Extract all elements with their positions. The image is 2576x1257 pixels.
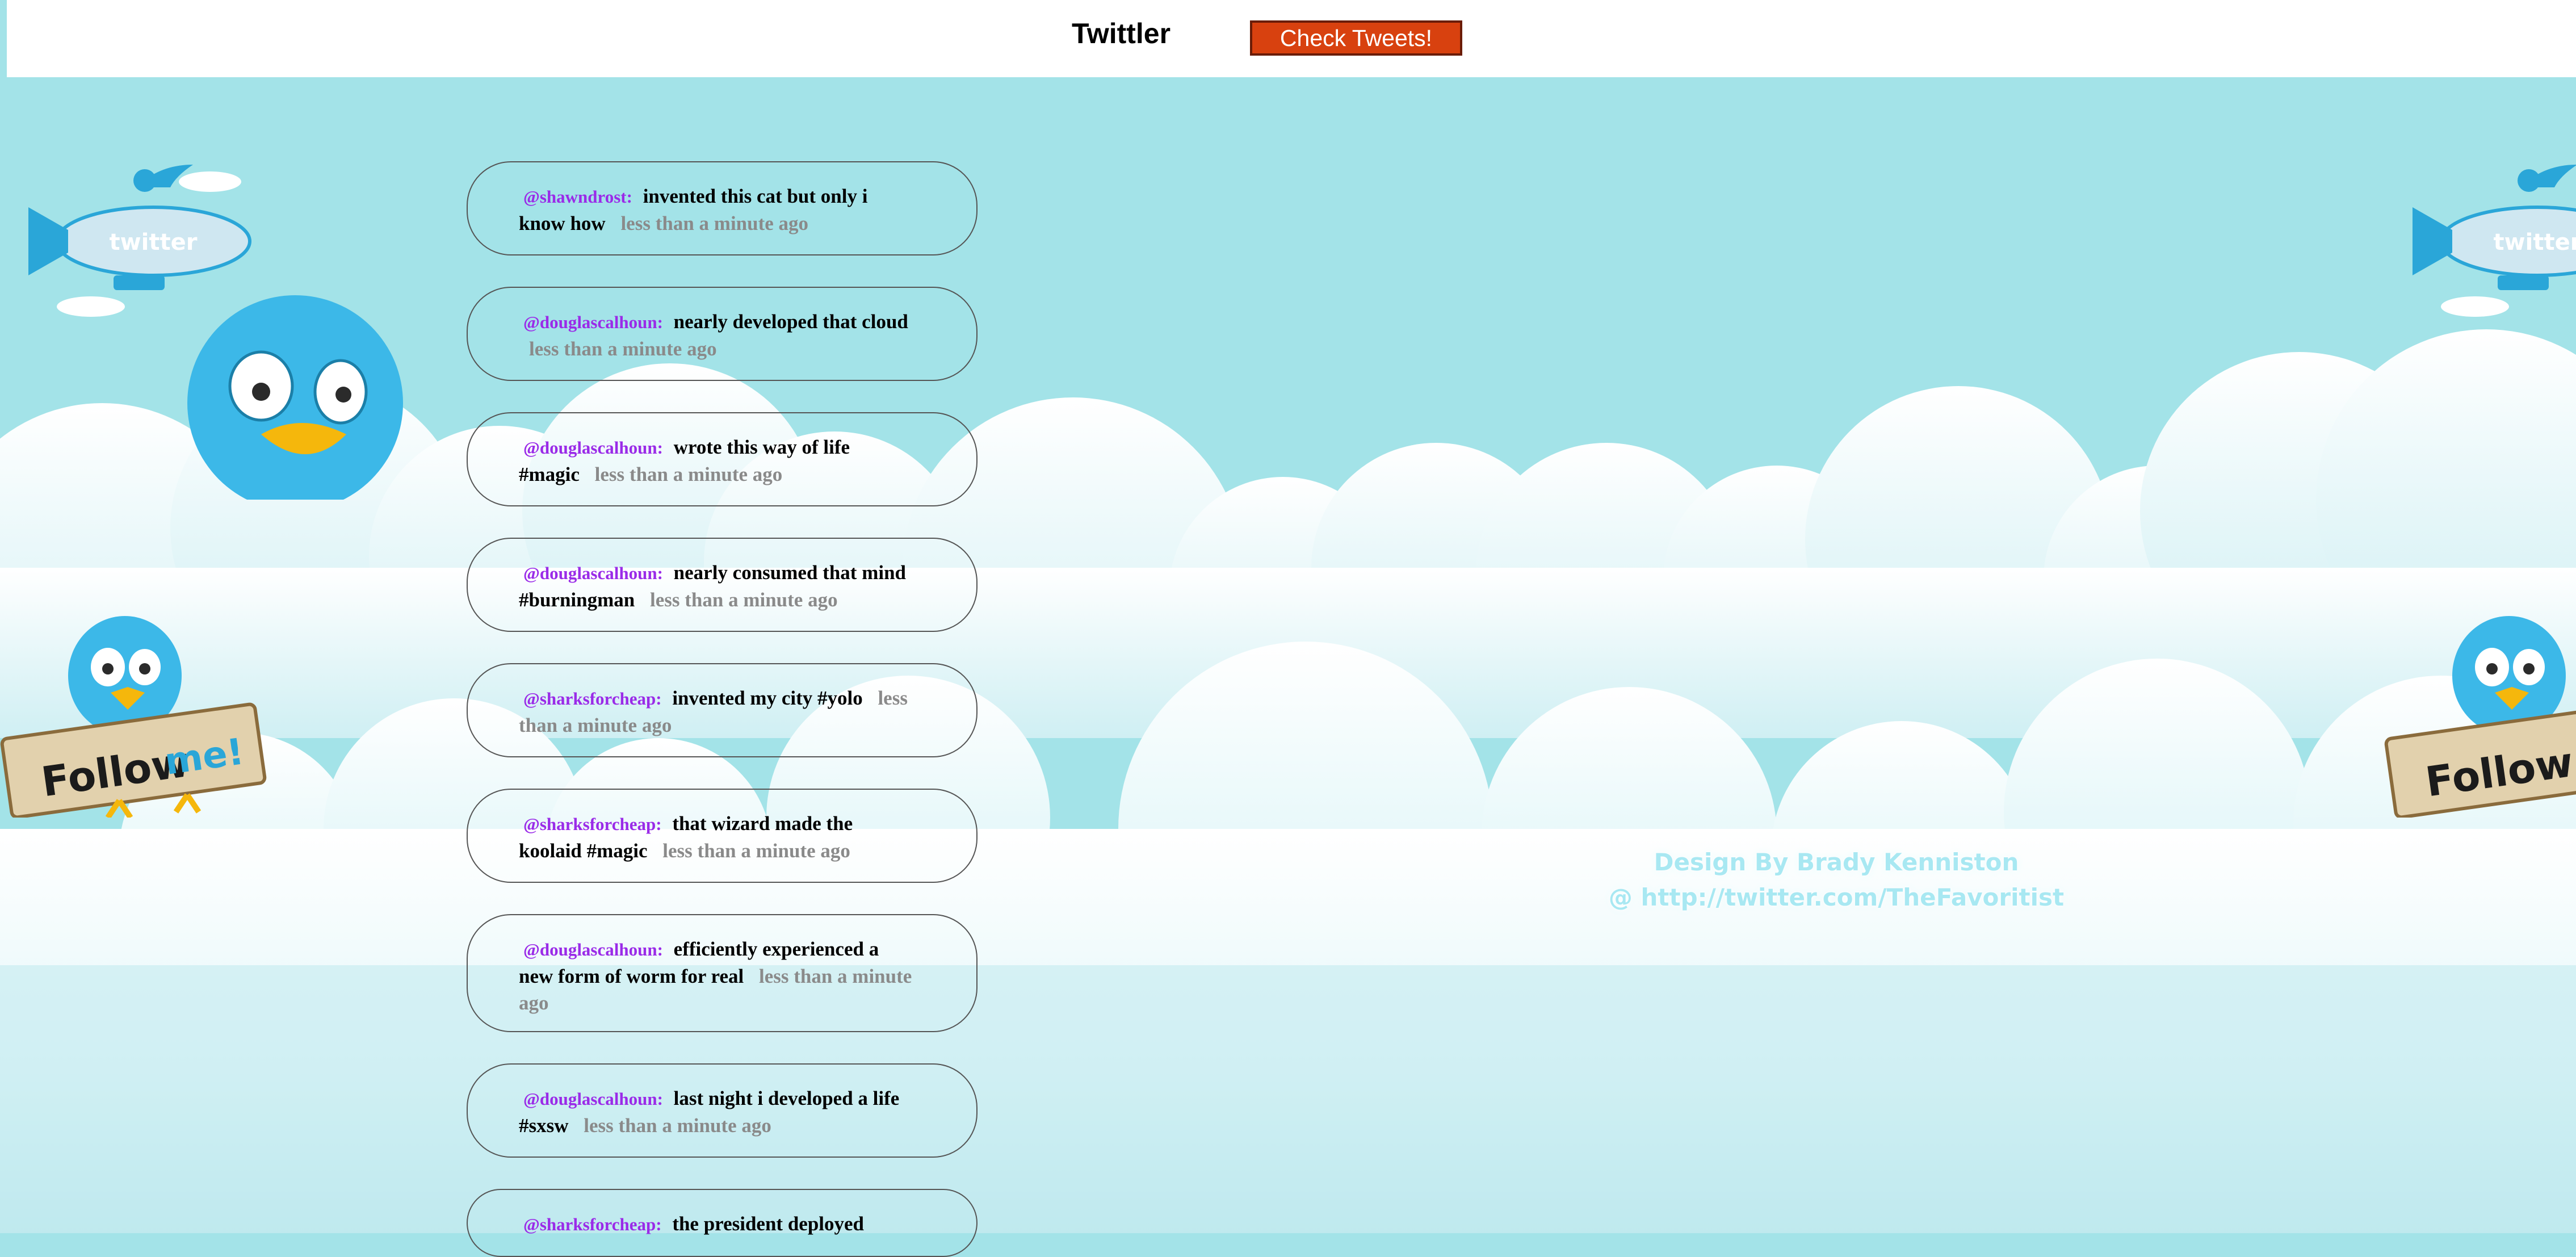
tweet-message: nearly developed that cloud — [673, 311, 908, 333]
tweet-user-colon: : — [656, 1214, 662, 1234]
tweet-message: the president deployed — [672, 1213, 865, 1235]
tweet-user-colon: : — [626, 187, 632, 207]
tweet-user-colon: : — [657, 312, 663, 332]
tweet-user-colon: : — [656, 689, 662, 709]
tweet-user-colon: : — [657, 563, 663, 583]
background-clouds — [0, 329, 2576, 1233]
tweet-user-colon: : — [657, 940, 663, 959]
tweet-user-link[interactable]: @sharksforcheap — [523, 1214, 656, 1234]
tweet-timestamp: less than a minute ago — [594, 463, 783, 485]
blimp-label-right: twitter — [2494, 229, 2576, 255]
tweet-user-colon: : — [656, 814, 662, 834]
tweet-item[interactable]: @douglascalhoun: nearly developed that c… — [467, 287, 977, 381]
tweet-item[interactable]: @shawndrost: invented this cat but only … — [467, 161, 977, 255]
tweet-item[interactable]: @douglascalhoun: last night i developed … — [467, 1063, 977, 1158]
tweet-message: invented my city #yolo — [672, 687, 863, 709]
tweet-item[interactable]: @douglascalhoun: nearly consumed that mi… — [467, 538, 977, 632]
design-credit: Design By Brady Kenniston @ http://twitt… — [1544, 845, 2129, 915]
follow-me-bird-right: Follow — [2384, 616, 2576, 818]
tweet-user-colon: : — [657, 1089, 663, 1109]
credit-line-2: @ http://twitter.com/TheFavoritist — [1608, 883, 2065, 911]
app-title: Twittler — [1072, 18, 1171, 49]
tweet-user-link[interactable]: @douglascalhoun — [523, 438, 657, 458]
tweet-item[interactable]: @sharksforcheap: invented my city #yolo … — [467, 663, 977, 757]
tweet-user-link[interactable]: @shawndrost — [523, 187, 627, 207]
tweet-item[interactable]: @douglascalhoun: efficiently experienced… — [467, 914, 977, 1032]
tweet-user-link[interactable]: @sharksforcheap — [523, 814, 656, 834]
tweet-user-link[interactable]: @douglascalhoun — [523, 1089, 657, 1109]
tweet-user-colon: : — [657, 438, 663, 458]
tweet-item[interactable]: @sharksforcheap: the president deployed — [467, 1189, 977, 1257]
tweet-user-link[interactable]: @douglascalhoun — [523, 312, 657, 332]
check-tweets-button[interactable]: Check Tweets! — [1250, 20, 1462, 56]
tweet-timestamp: less than a minute ago — [529, 338, 717, 360]
credit-line-1: Design By Brady Kenniston — [1654, 848, 2019, 876]
tweet-timestamp: less than a minute ago — [584, 1114, 771, 1137]
follow-me-bird-left: Follow me! — [0, 616, 267, 818]
tweet-timestamp: less than a minute ago — [650, 589, 838, 611]
tweet-item[interactable]: @sharksforcheap: that wizard made the ko… — [467, 789, 977, 883]
tweet-user-link[interactable]: @douglascalhoun — [523, 940, 657, 959]
big-bird-illustration — [187, 295, 403, 500]
blimp-label: twitter — [110, 229, 198, 255]
blimp-illustration-right: twitter — [2413, 165, 2576, 317]
tweet-timestamp: less than a minute ago — [662, 840, 850, 862]
tweet-item[interactable]: @douglascalhoun: wrote this way of life … — [467, 412, 977, 506]
tweet-user-link[interactable]: @douglascalhoun — [523, 563, 657, 583]
tweet-timestamp: less than a minute ago — [620, 212, 809, 234]
tweet-user-link[interactable]: @sharksforcheap — [523, 689, 656, 709]
